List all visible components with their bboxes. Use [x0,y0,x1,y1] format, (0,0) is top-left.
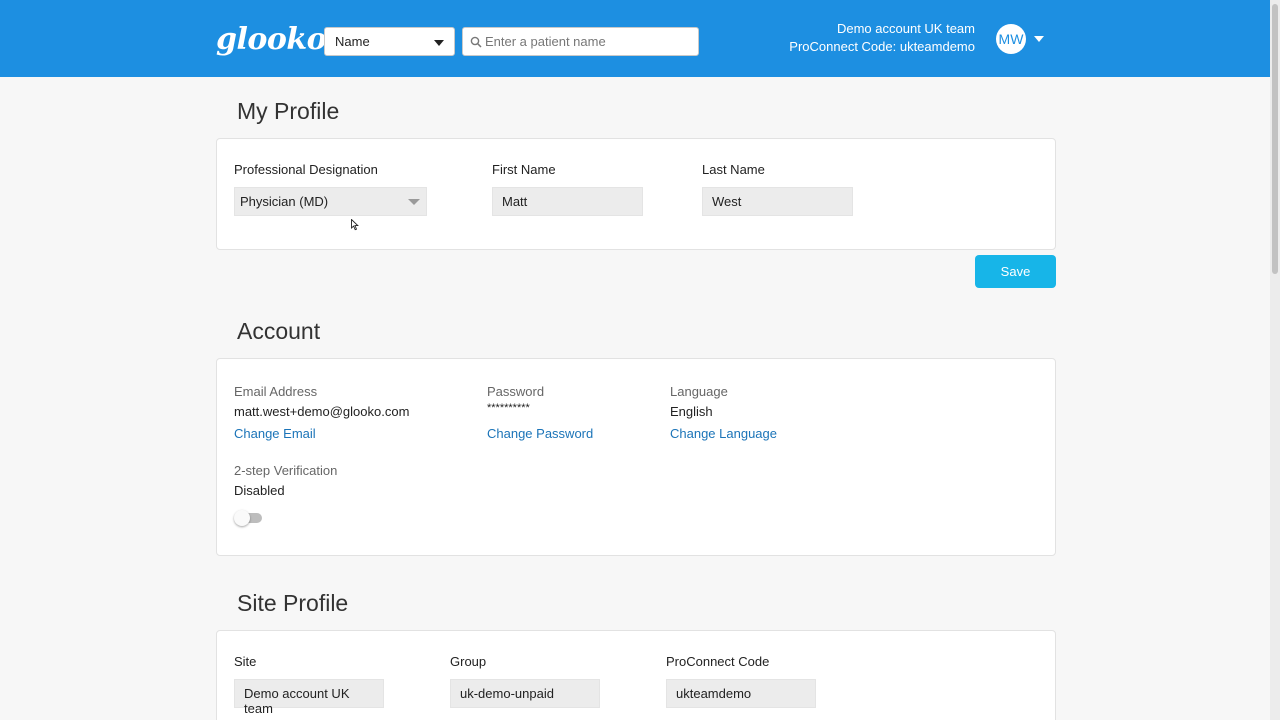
account-name: Demo account UK team [836,21,975,36]
site-label: Site [234,654,257,669]
search-icon [470,36,482,48]
patient-search-box[interactable] [462,27,699,56]
email-label: Email Address [234,384,318,399]
proconnect-label: ProConnect Code [666,654,770,669]
top-header: glooko Name Demo account UK team ProConn… [0,0,1280,77]
designation-value: Physician (MD) [240,194,329,209]
group-label: Group [450,654,487,669]
my-profile-title: My Profile [237,98,340,124]
toggle-knob [234,510,250,526]
two-step-toggle[interactable] [234,510,262,526]
glooko-logo[interactable]: glooko [216,22,327,57]
save-button[interactable]: Save [975,255,1056,288]
chevron-down-icon[interactable] [1034,36,1044,42]
page-scrollbar[interactable] [1270,0,1280,720]
change-language-link[interactable]: Change Language [670,426,777,441]
scrollbar-thumb[interactable] [1272,4,1278,274]
user-avatar[interactable]: MW [996,24,1026,54]
last-name-field[interactable]: West [702,187,853,216]
chevron-down-icon [408,199,420,205]
password-label: Password [487,384,545,399]
first-name-label: First Name [492,162,556,177]
search-type-value: Name [335,34,370,49]
chevron-down-icon [434,40,444,46]
account-info: Demo account UK team ProConnect Code: uk… [789,20,975,56]
change-password-link[interactable]: Change Password [487,426,593,441]
two-step-status: Disabled [234,483,285,498]
site-field: Demo account UK team [234,679,384,716]
language-value: English [670,404,713,419]
proconnect-field: ukteamdemo [666,679,816,708]
change-email-link[interactable]: Change Email [234,426,316,441]
two-step-label: 2-step Verification [234,463,338,478]
password-value: ********** [487,402,530,414]
first-name-field[interactable]: Matt [492,187,643,216]
patient-search-input[interactable] [485,31,690,52]
proconnect-code-header: ProConnect Code: ukteamdemo [789,39,975,54]
email-value: matt.west+demo@glooko.com [234,404,410,419]
group-field: uk-demo-unpaid [450,679,600,708]
designation-select[interactable]: Physician (MD) [234,187,427,216]
mouse-pointer-icon [351,219,359,231]
search-type-dropdown[interactable]: Name [324,27,455,56]
account-card [216,358,1056,556]
last-name-label: Last Name [702,162,765,177]
language-label: Language [670,384,728,399]
site-profile-title: Site Profile [237,590,349,616]
designation-label: Professional Designation [234,162,378,177]
account-title: Account [237,318,321,344]
